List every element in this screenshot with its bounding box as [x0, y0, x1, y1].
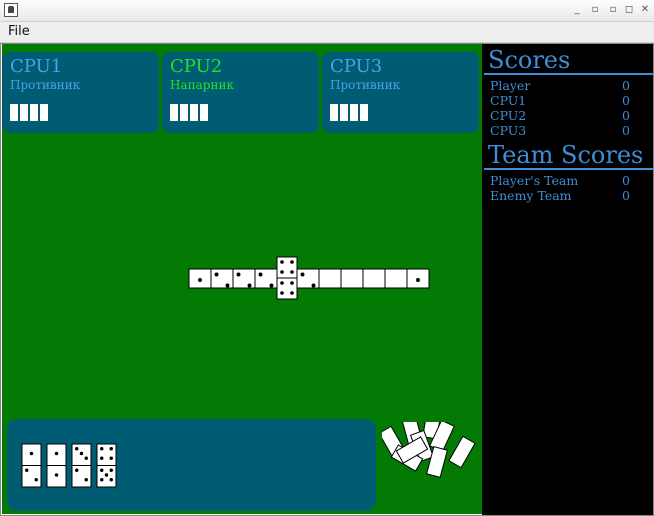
- pip: [100, 456, 104, 460]
- player-hand-domino[interactable]: [46, 443, 67, 488]
- pip: [104, 473, 109, 477]
- score-row-cpu2: CPU2 0: [490, 108, 640, 123]
- team-scores-divider: [484, 168, 654, 170]
- pip: [84, 456, 88, 460]
- score-row-player: Player 0: [490, 78, 640, 93]
- scores-title: Scores: [488, 46, 571, 74]
- boneyard-domino[interactable]: [448, 435, 476, 469]
- team-row-enemy: Enemy Team 0: [490, 188, 640, 203]
- pip: [34, 478, 38, 482]
- java-app-icon: [4, 3, 18, 17]
- score-value: 0: [622, 78, 630, 93]
- team-value: 0: [622, 188, 630, 203]
- score-label: Player: [490, 78, 531, 93]
- pip: [75, 468, 79, 472]
- score-value: 0: [622, 108, 630, 123]
- score-label: CPU1: [490, 93, 527, 108]
- pip: [29, 451, 34, 456]
- score-value: 0: [622, 93, 630, 108]
- player-hand-domino[interactable]: [96, 443, 117, 488]
- score-row-cpu1: CPU1 0: [490, 93, 640, 108]
- score-label: CPU2: [490, 108, 527, 123]
- pip: [109, 478, 113, 482]
- pip: [84, 478, 88, 482]
- pip: [100, 478, 104, 482]
- pip: [100, 447, 104, 451]
- game-table: CPU1 Противник CPU2 Напарник CPU3 Против…: [2, 44, 482, 514]
- team-label: Enemy Team: [490, 188, 572, 203]
- window-button[interactable]: ▫: [606, 3, 620, 17]
- window-titlebar: _ ▫ ▫ ◻ ✕: [0, 0, 654, 22]
- pip: [109, 468, 113, 472]
- maximize-button[interactable]: ◻: [622, 3, 636, 17]
- score-label: CPU3: [490, 123, 527, 138]
- pip: [109, 447, 113, 451]
- scores-divider: [484, 73, 654, 75]
- menu-file[interactable]: File: [8, 24, 30, 39]
- close-button[interactable]: ✕: [638, 3, 652, 17]
- team-label: Player's Team: [490, 173, 579, 188]
- pip: [79, 451, 84, 456]
- menu-bar: File: [0, 22, 654, 43]
- score-row-cpu3: CPU3 0: [490, 123, 640, 138]
- team-scores-title: Team Scores: [488, 141, 644, 169]
- restore-button[interactable]: ▫: [588, 3, 602, 17]
- score-value: 0: [622, 123, 630, 138]
- team-value: 0: [622, 173, 630, 188]
- pip: [54, 451, 59, 456]
- pip: [75, 447, 79, 451]
- minimize-button[interactable]: _: [570, 3, 584, 17]
- pip: [25, 468, 29, 472]
- pip: [54, 473, 59, 477]
- player-hand-domino[interactable]: [21, 443, 42, 488]
- player-hand-domino[interactable]: [71, 443, 92, 488]
- scores-sidebar: Scores Player 0 CPU1 0 CPU2 0 CPU3 0 Team Sc…: [482, 44, 654, 516]
- pip: [109, 456, 113, 460]
- pip: [100, 468, 104, 472]
- team-row-player: Player's Team 0: [490, 173, 640, 188]
- scattered-dominoes-pile[interactable]: [382, 422, 482, 512]
